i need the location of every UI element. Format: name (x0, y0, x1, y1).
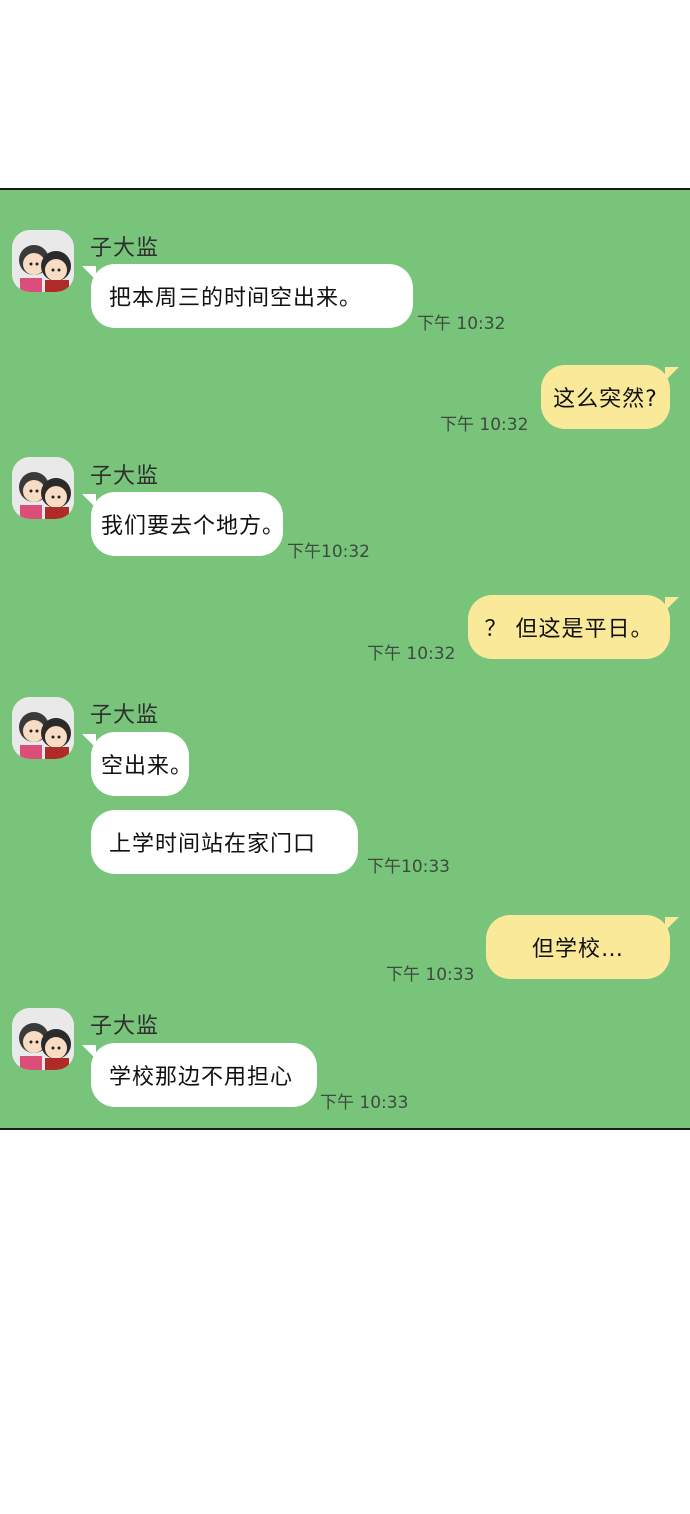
message-text: 上学时间站在家门口 (109, 832, 317, 857)
sender-name: 子大监 (90, 236, 160, 261)
contact-avatar-icon[interactable] (12, 457, 74, 519)
message-text: 空出来。 (101, 754, 194, 779)
sender-name: 子大监 (90, 464, 160, 489)
message-timestamp: 下午10:32 (287, 542, 370, 562)
contact-avatar-icon[interactable] (12, 230, 74, 292)
message-text: ？ 但这是平日。 (484, 617, 654, 642)
message-timestamp: 下午 10:32 (417, 314, 506, 334)
sender-name: 子大监 (90, 703, 160, 728)
sender-name: 子大监 (90, 1014, 160, 1039)
message-timestamp: 下午10:33 (367, 857, 450, 877)
message-text: 我们要去个地方。 (101, 514, 286, 539)
message-timestamp: 下午 10:33 (320, 1093, 409, 1113)
message-bubble-outgoing[interactable]: 但学校… (486, 915, 679, 979)
message-timestamp: 下午 10:32 (440, 415, 529, 435)
contact-avatar-icon[interactable] (12, 697, 74, 759)
message-bubble-incoming[interactable]: 把本周三的时间空出来。 (82, 264, 413, 328)
message-text: 学校那边不用担心 (109, 1065, 294, 1090)
message-timestamp: 下午 10:32 (367, 644, 456, 664)
message-text: 把本周三的时间空出来。 (109, 286, 363, 311)
message-bubble-incoming[interactable]: 学校那边不用担心 (82, 1043, 317, 1107)
contact-avatar-icon[interactable] (12, 1008, 74, 1070)
message-bubble-incoming[interactable]: 我们要去个地方。 (82, 492, 286, 556)
chat-area: 子大监 把本周三的时间空出来。 下午 10:32 这么突然? 下午 10:32 … (0, 188, 690, 1130)
message-timestamp: 下午 10:33 (386, 965, 475, 985)
message-bubble-incoming[interactable]: 上学时间站在家门口 (91, 810, 358, 874)
message-text: 这么突然? (553, 387, 658, 412)
message-bubble-outgoing[interactable]: ？ 但这是平日。 (468, 595, 679, 659)
message-bubble-incoming[interactable]: 空出来。 (82, 732, 192, 796)
message-bubble-outgoing[interactable]: 这么突然? (541, 365, 679, 429)
message-text: 但学校… (531, 937, 624, 962)
